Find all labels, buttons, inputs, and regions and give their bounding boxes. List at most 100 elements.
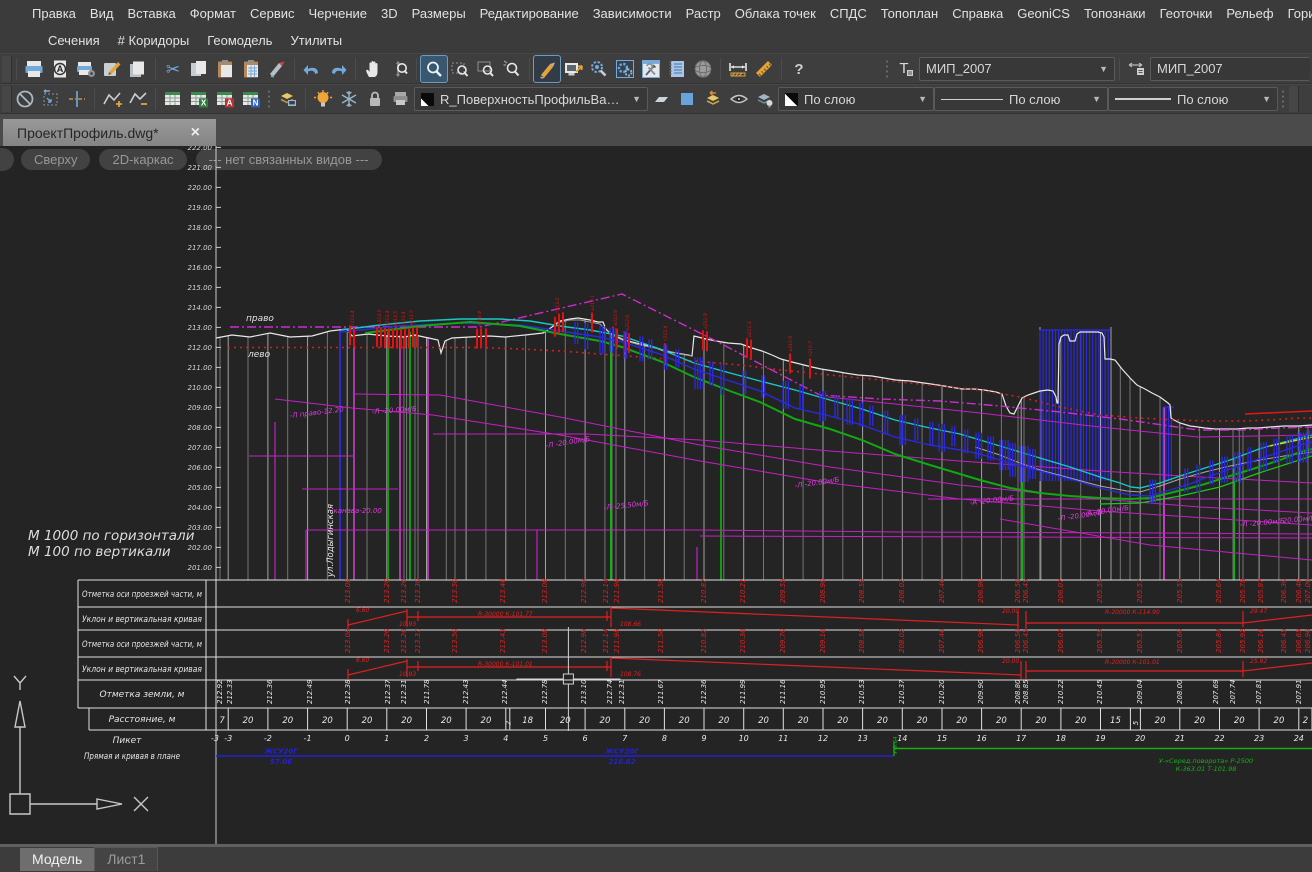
elevation-label: 221.00: [188, 164, 213, 172]
layout-tab-лист1[interactable]: Лист1: [94, 847, 158, 871]
settings-button[interactable]: [612, 56, 638, 82]
menu-item-8[interactable]: Размеры: [405, 2, 473, 25]
layer-off-button[interactable]: [752, 86, 778, 112]
undo-button[interactable]: [299, 56, 325, 82]
text-style-button[interactable]: T: [893, 56, 919, 82]
menu-item-11[interactable]: Растр: [679, 2, 728, 25]
page-setup-button[interactable]: [73, 56, 99, 82]
paste-special-button[interactable]: [238, 56, 264, 82]
menu-item-6[interactable]: Черчение: [302, 2, 375, 25]
cut-button[interactable]: ✂: [160, 56, 186, 82]
table-word-button[interactable]: A: [212, 86, 238, 112]
paste-button[interactable]: [212, 56, 238, 82]
dim-style-select[interactable]: МИП_2007: [1150, 57, 1310, 81]
menu2-item-1[interactable]: Сечения: [39, 29, 109, 52]
layer-plot-button[interactable]: [388, 86, 414, 112]
redo-button[interactable]: [325, 56, 351, 82]
publish-button[interactable]: [99, 56, 125, 82]
layer-on-button[interactable]: [310, 86, 336, 112]
menu-bar-row2: Сечения# КоридорыГеомодельУтилиты: [0, 27, 1312, 53]
menu2-item-2[interactable]: # Коридоры: [109, 29, 199, 52]
close-icon[interactable]: ×: [185, 124, 206, 142]
table-excel-button[interactable]: X: [186, 86, 212, 112]
layout-tab-модель[interactable]: Модель: [20, 848, 94, 871]
menu-item-1[interactable]: Правка: [25, 2, 83, 25]
copy-sheets-button[interactable]: [125, 56, 151, 82]
color-select[interactable]: По слою▼: [778, 87, 934, 111]
menu-item-20[interactable]: Горизонтали: [1281, 2, 1312, 25]
menu-item-3[interactable]: Вставка: [120, 2, 182, 25]
globe-button[interactable]: [690, 56, 716, 82]
centerline-button[interactable]: [64, 86, 90, 112]
piket-number: 16: [977, 734, 987, 743]
notebook-button[interactable]: [664, 56, 690, 82]
eye-button[interactable]: [726, 86, 752, 112]
polyline-edit-icon: [128, 89, 148, 109]
menu-item-5[interactable]: Сервис: [243, 2, 302, 25]
edit-mode-button[interactable]: [534, 56, 560, 82]
menu2-item-3[interactable]: Геомодель: [198, 29, 281, 52]
copy-button[interactable]: [186, 56, 212, 82]
menu-item-4[interactable]: Формат: [183, 2, 243, 25]
dimension-button[interactable]: [725, 56, 751, 82]
menu-item-18[interactable]: Геоточки: [1153, 2, 1220, 25]
help-button[interactable]: ?: [786, 56, 812, 82]
layer-select[interactable]: R_ПоверхностьПрофильВариант…▼: [414, 87, 648, 111]
make-current-button[interactable]: [648, 86, 674, 112]
ground-elevation: 212.92: [216, 679, 224, 704]
lineweight-select[interactable]: По слою▼: [1108, 87, 1278, 111]
zoom-window-button[interactable]: [421, 56, 447, 82]
measure-button[interactable]: [751, 56, 777, 82]
print-button[interactable]: [21, 56, 47, 82]
print-preview-button[interactable]: A: [47, 56, 73, 82]
menu-item-13[interactable]: СПДС: [823, 2, 874, 25]
table-notes-button[interactable]: N: [238, 86, 264, 112]
piket-number: 5: [543, 734, 548, 743]
chevron-down-icon: ▼: [1092, 94, 1101, 104]
menu-item-19[interactable]: Рельеф: [1219, 2, 1280, 25]
export-view-button[interactable]: [560, 56, 586, 82]
menu-item-2[interactable]: Вид: [83, 2, 121, 25]
menu-item-12[interactable]: Облака точек: [728, 2, 823, 25]
zoom-realtime-button[interactable]: [386, 56, 412, 82]
globe-icon: [693, 59, 713, 79]
plan-curve-label: К-363.01 Т-101.98: [1176, 765, 1237, 773]
ground-elevation: 208.80: [1014, 679, 1022, 704]
crossing-utility-label: т213.4: [401, 311, 407, 327]
elevation-label: 217.00: [188, 244, 213, 252]
document-tab[interactable]: ПроектПрофиль.dwg* ×: [3, 119, 216, 146]
scale-reference-button[interactable]: [38, 86, 64, 112]
toolkit-button[interactable]: [638, 56, 664, 82]
ground-elevation: 212.44: [501, 680, 509, 705]
polyline-add-button[interactable]: [99, 86, 125, 112]
layer-lock-button[interactable]: [362, 86, 388, 112]
menu-item-15[interactable]: Справка: [945, 2, 1010, 25]
zoom-dynamic-button[interactable]: [447, 56, 473, 82]
table-row-label: Расстояние, м: [109, 715, 176, 725]
table-button[interactable]: [160, 86, 186, 112]
isolate-objects-button[interactable]: [12, 86, 38, 112]
text-style-select[interactable]: МИП_2007▼: [919, 57, 1115, 81]
menu-item-9[interactable]: Редактирование: [473, 2, 586, 25]
menu-item-10[interactable]: Зависимости: [586, 2, 679, 25]
layer-freeze-button[interactable]: [336, 86, 362, 112]
layer-manager-button[interactable]: [275, 86, 301, 112]
zoom-previous-button[interactable]: [473, 56, 499, 82]
prev-layer-button[interactable]: [700, 86, 726, 112]
menu-item-17[interactable]: Топознаки: [1077, 2, 1153, 25]
polyline-edit-button[interactable]: [125, 86, 151, 112]
help-icon: ?: [789, 59, 809, 79]
dim-style-button[interactable]: [1124, 56, 1150, 82]
drawing-canvas[interactable]: Сверху2D-каркас--- нет связанных видов -…: [0, 146, 1312, 844]
menu2-item-4[interactable]: Утилиты: [281, 29, 351, 52]
options-button[interactable]: [586, 56, 612, 82]
utility-label: -канава-20.00: [331, 507, 382, 515]
menu-item-14[interactable]: Топоплан: [874, 2, 945, 25]
layer-states-button[interactable]: [674, 86, 700, 112]
linetype-select[interactable]: По слою▼: [934, 87, 1108, 111]
menu-item-16[interactable]: GeoniCS: [1010, 2, 1077, 25]
menu-item-7[interactable]: 3D: [374, 2, 405, 25]
match-properties-button[interactable]: [264, 56, 290, 82]
zoom-object-button[interactable]: [499, 56, 525, 82]
pan-button[interactable]: [360, 56, 386, 82]
